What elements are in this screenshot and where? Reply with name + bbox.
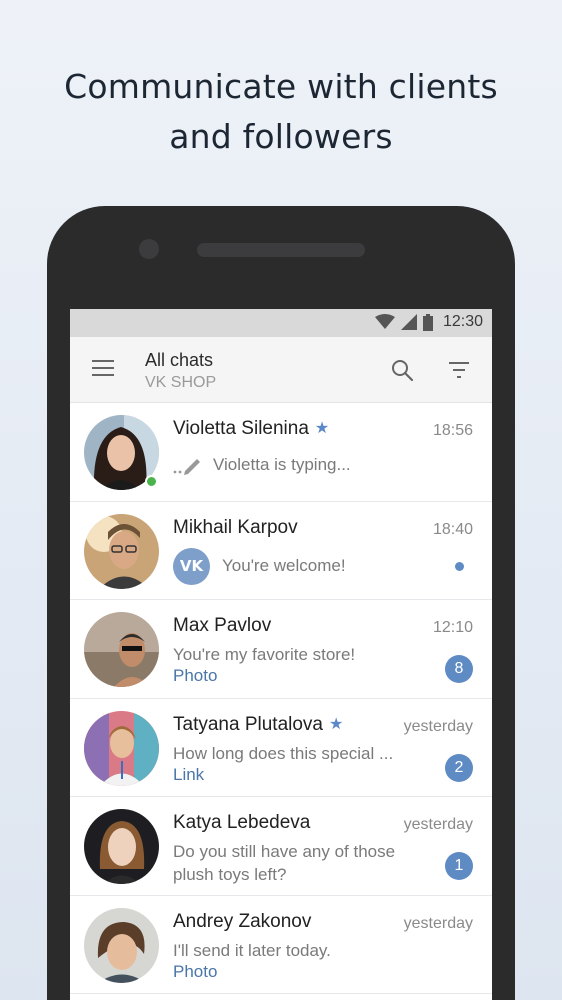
chat-name: Max Pavlov	[173, 615, 272, 636]
app-title-block[interactable]: All chats VK SHOP	[145, 350, 216, 392]
phone-screen: 12:30 All chats VK SHOP Violetta Silenin…	[70, 309, 492, 1000]
unread-count-badge: 2	[445, 753, 473, 782]
headline-line-2: and followers	[169, 117, 393, 156]
avatar	[84, 809, 159, 884]
app-bar: All chats VK SHOP	[70, 337, 492, 403]
headline-line-1: Communicate with clients	[64, 67, 498, 106]
headline: Communicate with clients and followers	[0, 62, 562, 162]
avatar	[84, 907, 159, 983]
phone-speaker	[197, 243, 365, 257]
chat-time: 12:10	[432, 619, 473, 636]
vk-logo-icon: VK	[173, 547, 210, 585]
menu-icon[interactable]	[92, 360, 114, 378]
chat-time: yesterday	[403, 816, 473, 833]
chat-row[interactable]: Katya Lebedeva yesterday Do you still ha…	[70, 797, 492, 896]
avatar	[84, 513, 159, 589]
avatar	[84, 710, 159, 786]
attachment-label: Photo	[173, 961, 218, 981]
app-subtitle: VK SHOP	[145, 374, 217, 391]
attachment-label: Photo	[173, 666, 218, 685]
typing-indicator: Violetta is typing...	[173, 455, 351, 475]
unread-count-badge: 1	[445, 852, 473, 880]
unread-dot	[455, 561, 464, 571]
phone-camera	[139, 239, 159, 259]
phone-frame: 12:30 All chats VK SHOP Violetta Silenin…	[47, 206, 515, 1000]
battery-icon	[422, 313, 433, 331]
chat-preview: How long does this special ...	[173, 743, 394, 763]
chat-name: Tatyana Plutalova ★	[173, 713, 344, 735]
chat-name: Mikhail Karpov	[173, 516, 298, 538]
chat-name: Katya Lebedeva	[173, 812, 311, 833]
chat-preview: You're welcome!	[222, 556, 346, 575]
app-title: All chats	[145, 350, 214, 370]
chat-row[interactable]: Tatyana Plutalova ★ yesterday How long do…	[70, 698, 492, 797]
chat-time: 18:56	[432, 422, 473, 439]
chat-row[interactable]: Violetta Silenina ★ 18:56 Violetta is typ…	[70, 403, 492, 502]
status-time: 12:30	[442, 313, 483, 330]
online-indicator	[145, 475, 158, 488]
chat-preview: Violetta is typing...	[213, 455, 351, 474]
chat-time: 18:40	[432, 520, 473, 538]
status-bar: 12:30	[70, 309, 492, 337]
chat-preview: I'll send it later today.	[173, 940, 331, 960]
chat-name: Andrey Zakonov	[173, 910, 312, 932]
chat-preview: You're my favorite store!	[173, 645, 356, 664]
chat-preview: Do you still have any of those plush toy…	[173, 842, 396, 884]
chat-time: yesterday	[403, 717, 473, 735]
attachment-label: Link	[173, 764, 205, 784]
pencil-icon	[173, 459, 200, 475]
avatar	[84, 612, 159, 687]
chat-time: yesterday	[403, 914, 473, 932]
star-icon: ★	[329, 715, 344, 733]
signal-icon	[400, 314, 417, 330]
star-icon: ★	[314, 420, 330, 437]
chat-row[interactable]: Mikhail Karpov 18:40 VK You're welcome!	[70, 501, 492, 600]
unread-count-badge: 8	[445, 655, 473, 683]
chat-name: Violetta Silenina ★	[173, 418, 330, 439]
search-icon[interactable]	[390, 358, 414, 382]
chat-row[interactable]: Max Pavlov 12:10 You're my favorite stor…	[70, 600, 492, 699]
filter-icon[interactable]	[447, 358, 471, 382]
chat-preview-row: VK You're welcome!	[173, 547, 346, 585]
wifi-icon	[374, 314, 395, 329]
chat-row[interactable]: Andrey Zakonov yesterday I'll send it la…	[70, 895, 492, 994]
chat-list: Violetta Silenina ★ 18:56 Violetta is typ…	[70, 403, 492, 994]
